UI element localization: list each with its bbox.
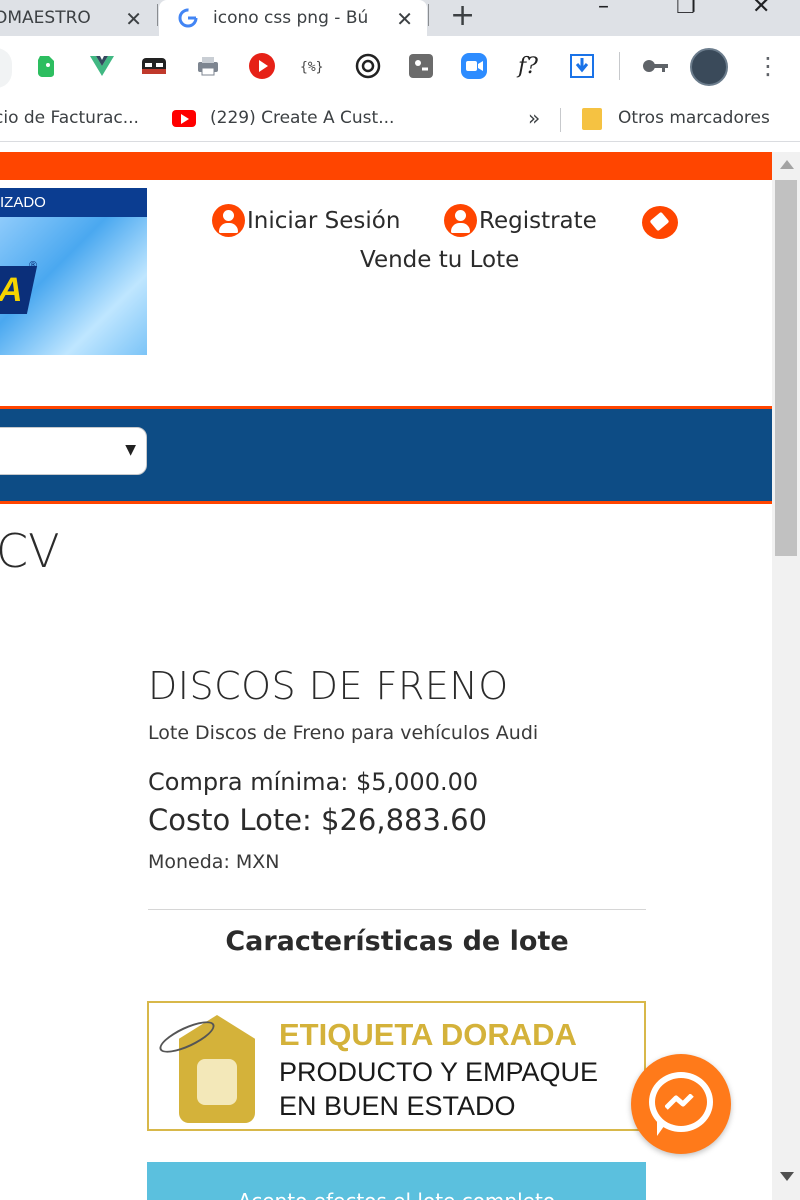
youtube-icon xyxy=(172,110,196,127)
register-label: Registrate xyxy=(479,207,597,234)
key-icon[interactable] xyxy=(642,52,670,80)
login-link[interactable]: Iniciar Sesión xyxy=(212,204,400,237)
scroll-down-icon[interactable] xyxy=(780,1172,794,1181)
close-icon[interactable]: ✕ xyxy=(125,7,142,31)
category-nav-bar: ▼ xyxy=(0,406,772,504)
window-close-button[interactable]: ✕ xyxy=(752,0,770,19)
registered-mark: ® xyxy=(28,260,38,271)
sell-lot-link[interactable]: Vende tu Lote xyxy=(360,247,519,273)
user-icon xyxy=(212,204,245,237)
toggle-icon[interactable] xyxy=(407,52,435,80)
mask-icon[interactable] xyxy=(140,52,168,80)
lot-cost: Costo Lote: $26,883.60 xyxy=(148,803,488,837)
formula-icon[interactable]: f? xyxy=(514,52,542,80)
gold-label-line: PRODUCTO Y EMPAQUE xyxy=(279,1057,599,1087)
currency: Moneda: MXN xyxy=(148,851,280,873)
tab-omaestro[interactable]: OMAESTRO ✕ xyxy=(0,0,156,36)
tab-strip: OMAESTRO ✕ icono css png - Bú ✕ + – ❐ ✕ xyxy=(0,0,800,36)
gold-label-badge: ETIQUETA DORADA PRODUCTO Y EMPAQUE EN BU… xyxy=(147,1001,646,1131)
tab-divider xyxy=(157,4,158,26)
scroll-thumb[interactable] xyxy=(775,180,797,556)
category-select[interactable]: ▼ xyxy=(0,427,147,475)
product-description: Lote Discos de Freno para vehículos Audi xyxy=(148,722,539,744)
tab-google-search[interactable]: icono css png - Bú ✕ xyxy=(159,0,427,36)
code-icon[interactable]: {%} xyxy=(300,52,328,80)
tag-link[interactable] xyxy=(642,206,678,239)
bookmarks-bar: cio de Facturac... (229) Create A Cust..… xyxy=(0,98,800,142)
download-icon[interactable] xyxy=(568,52,596,80)
other-bookmarks[interactable]: Otros marcadores xyxy=(618,108,770,128)
google-icon xyxy=(177,7,199,29)
site-logo[interactable]: IZADO A ® xyxy=(0,188,147,355)
top-accent-bar xyxy=(0,152,772,180)
tab-title: icono css png - Bú xyxy=(213,8,369,28)
bookmarks-overflow-button[interactable]: » xyxy=(528,106,540,130)
bookmark-create-a-cust[interactable]: (229) Create A Cust... xyxy=(210,108,394,128)
logo-band-text: IZADO xyxy=(0,188,147,217)
messenger-bolt-icon xyxy=(665,1094,694,1110)
chevron-down-icon: ▼ xyxy=(125,442,136,458)
login-label: Iniciar Sesión xyxy=(247,207,401,234)
folder-icon xyxy=(582,108,602,130)
print-icon[interactable] xyxy=(194,52,222,80)
tag-icon xyxy=(642,206,678,239)
new-tab-button[interactable]: + xyxy=(450,0,475,33)
minimum-purchase: Compra mínima: $5,000.00 xyxy=(148,768,479,796)
menu-kebab-icon[interactable]: ⋮ xyxy=(756,48,780,84)
messenger-chat-button[interactable] xyxy=(631,1054,731,1154)
hand-icon xyxy=(197,1059,237,1105)
gold-label-title: ETIQUETA DORADA xyxy=(279,1017,577,1052)
tab-title: OMAESTRO xyxy=(0,8,91,28)
address-bar[interactable] xyxy=(0,48,12,88)
openai-icon[interactable] xyxy=(354,52,382,80)
register-link[interactable]: Registrate xyxy=(444,204,597,237)
scroll-up-icon[interactable] xyxy=(780,160,794,169)
toolbar-divider xyxy=(619,52,620,80)
browser-toolbar: {%} f? ⋮ xyxy=(0,36,800,98)
profile-avatar[interactable] xyxy=(690,48,728,86)
svg-text:{%}: {%} xyxy=(300,60,323,75)
close-icon[interactable]: ✕ xyxy=(396,7,413,31)
evernote-icon[interactable] xyxy=(32,52,60,80)
page-viewport: IZADO A ® Iniciar Sesión Registrate Vend… xyxy=(0,152,772,1200)
logo-mark: A xyxy=(0,266,38,314)
vue-icon[interactable] xyxy=(88,52,116,80)
page-scrollbar[interactable] xyxy=(772,152,800,1200)
divider xyxy=(148,909,646,910)
user-icon xyxy=(444,204,477,237)
gold-label-line: EN BUEN ESTADO xyxy=(279,1091,516,1121)
minimize-button[interactable]: – xyxy=(598,0,609,19)
bookmarks-divider xyxy=(560,108,561,132)
maximize-button[interactable]: ❐ xyxy=(676,0,696,19)
features-heading: Características de lote xyxy=(225,926,569,957)
product-title: DISCOS DE FRENO xyxy=(148,664,509,708)
tab-divider xyxy=(428,4,429,26)
zoom-icon[interactable] xyxy=(460,52,488,80)
accept-lot-button[interactable]: Acepto efectos el lote completo xyxy=(147,1162,646,1200)
company-name-suffix: CV xyxy=(0,524,60,578)
play-icon[interactable] xyxy=(248,52,276,80)
bookmark-facturacion[interactable]: cio de Facturac... xyxy=(0,108,139,128)
